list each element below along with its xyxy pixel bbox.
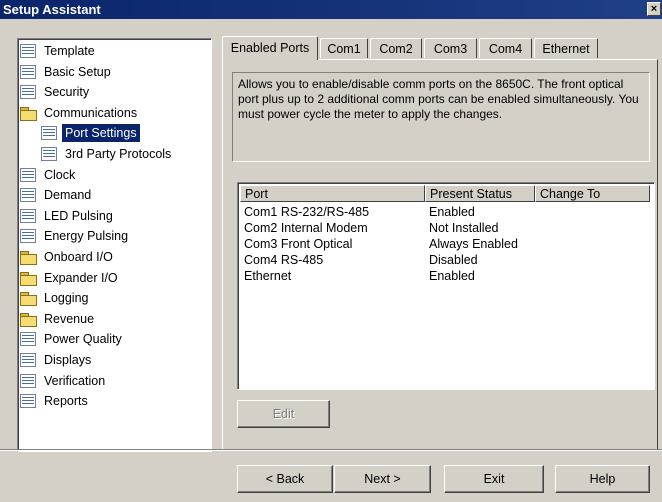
- folder-icon: [20, 312, 37, 327]
- status-cell: Disabled: [429, 253, 478, 267]
- status-cell: Enabled: [429, 269, 475, 283]
- tree-item-label: Displays: [44, 353, 92, 367]
- port-cell: Com4 RS-485: [244, 253, 324, 267]
- tree-item-label: Communications: [44, 105, 138, 120]
- doc-icon: [20, 44, 36, 58]
- tree-item-label: Port Settings: [62, 124, 140, 143]
- tree-item-label: 3rd Party Protocols: [65, 147, 172, 161]
- column-header-change-to[interactable]: Change To: [535, 185, 650, 202]
- doc-icon: [20, 64, 36, 79]
- close-icon[interactable]: ×: [647, 2, 661, 16]
- tree-item-label: Logging: [44, 291, 89, 306]
- column-header-present-status[interactable]: Present Status: [425, 185, 535, 202]
- column-header-port[interactable]: Port: [240, 185, 425, 202]
- edit-button[interactable]: Edit: [237, 400, 330, 428]
- title-bar: Setup Assistant ×: [0, 0, 662, 19]
- port-cell: Ethernet: [244, 269, 292, 283]
- doc-icon: [20, 332, 36, 347]
- doc-icon: [20, 353, 36, 367]
- tree-item-label: Onboard I/O: [44, 250, 113, 264]
- status-cell: Not Installed: [429, 221, 499, 235]
- tree-item-label: Clock: [44, 167, 76, 182]
- tab-enabled-ports[interactable]: Enabled Ports: [222, 36, 318, 60]
- port-cell: Com1 RS-232/RS-485: [244, 205, 370, 219]
- help-button[interactable]: Help: [555, 465, 650, 493]
- tree-item-label: Demand: [44, 188, 92, 203]
- tree-item-label: Power Quality: [44, 332, 122, 347]
- status-cell: Always Enabled: [429, 237, 518, 251]
- port-cell: Com3 Front Optical: [244, 237, 353, 251]
- footer-separator: [0, 449, 662, 451]
- tab-com1[interactable]: Com1: [320, 38, 368, 58]
- doc-icon: [41, 147, 57, 161]
- doc-icon: [41, 126, 57, 141]
- tree-item-label: Template: [44, 44, 95, 58]
- exit-button[interactable]: Exit: [444, 465, 544, 493]
- ports-list[interactable]: Port Present Status Change To Com1 RS-23…: [237, 182, 655, 390]
- tree-item-label: Reports: [44, 394, 88, 409]
- doc-icon: [20, 85, 36, 100]
- tree-item-label: Energy Pulsing: [44, 229, 129, 244]
- tree-item-label: Security: [44, 85, 90, 100]
- doc-icon: [20, 188, 36, 203]
- folder-icon: [20, 292, 37, 307]
- folder-icon: [20, 251, 37, 265]
- doc-icon: [20, 167, 36, 182]
- tree-item-label: Verification: [44, 373, 106, 388]
- window-title: Setup Assistant: [3, 2, 101, 17]
- setup-tree[interactable]: Template Basic Setup Security Communication…: [17, 38, 212, 452]
- doc-icon: [20, 208, 36, 223]
- tree-item-label: Revenue: [44, 311, 95, 326]
- doc-icon: [20, 373, 36, 388]
- tab-ethernet[interactable]: Ethernet: [534, 38, 598, 58]
- folder-open-icon: [20, 106, 37, 121]
- edit-button-label: Edit: [272, 407, 295, 421]
- tree-item-label: Expander I/O: [44, 270, 118, 285]
- doc-icon: [20, 229, 36, 244]
- next-button[interactable]: Next >: [334, 465, 431, 493]
- tree-item-label: LED Pulsing: [44, 208, 113, 223]
- description-text: Allows you to enable/disable comm ports …: [232, 72, 650, 162]
- tab-com4[interactable]: Com4: [479, 38, 532, 58]
- folder-icon: [20, 271, 37, 286]
- doc-icon: [20, 394, 36, 409]
- back-button[interactable]: < Back: [237, 465, 333, 493]
- tree-item-label: Basic Setup: [44, 64, 111, 79]
- tab-com3[interactable]: Com3: [424, 38, 477, 58]
- tab-com2[interactable]: Com2: [370, 38, 422, 58]
- status-cell: Enabled: [429, 205, 475, 219]
- port-cell: Com2 Internal Modem: [244, 221, 368, 235]
